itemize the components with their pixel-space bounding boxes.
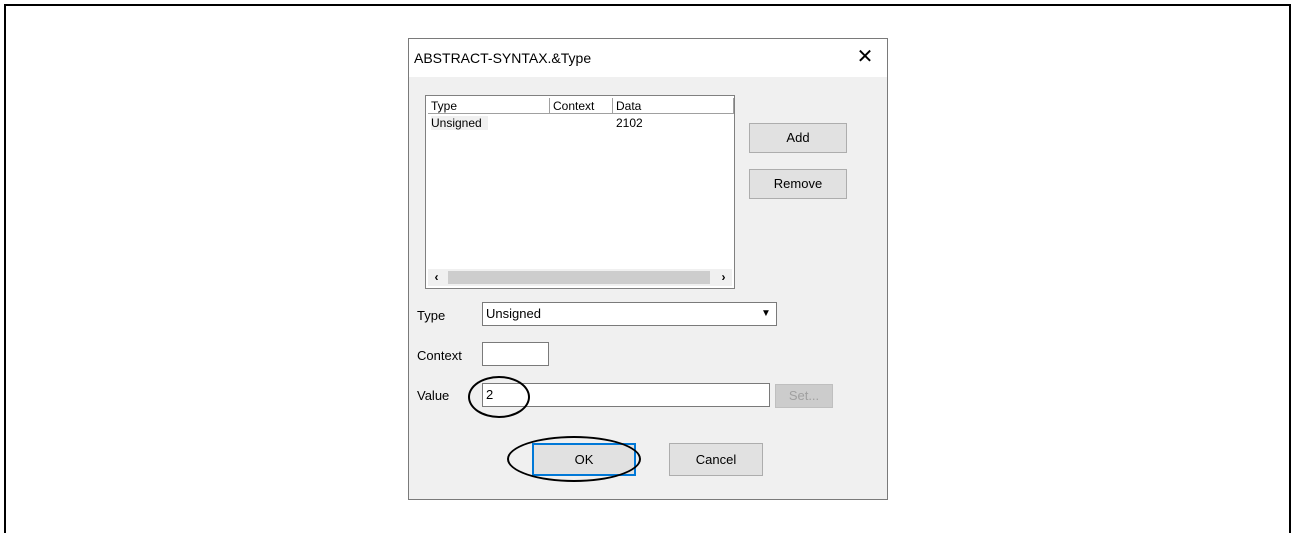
list-item-context	[550, 115, 613, 131]
list-item[interactable]: Unsigned 2102	[428, 115, 734, 131]
chevron-left-icon[interactable]: ‹	[428, 269, 445, 286]
dialog-window: ABSTRACT-SYNTAX.&Type ✕ Type Context Dat…	[408, 38, 888, 500]
cancel-button[interactable]: Cancel	[669, 443, 763, 476]
type-dropdown[interactable]: Unsigned ▼	[482, 302, 777, 326]
list-item-type: Unsigned	[428, 115, 550, 131]
value-field[interactable]: 2	[482, 383, 770, 407]
remove-button[interactable]: Remove	[749, 169, 847, 199]
set-button[interactable]: Set...	[775, 384, 833, 408]
ok-button[interactable]: OK	[532, 443, 636, 476]
add-button[interactable]: Add	[749, 123, 847, 153]
context-label: Context	[417, 348, 462, 363]
chevron-right-icon[interactable]: ›	[715, 269, 732, 286]
close-icon[interactable]: ✕	[853, 45, 877, 69]
chevron-down-icon[interactable]: ▼	[757, 304, 775, 324]
column-header-data[interactable]: Data	[613, 98, 734, 114]
scrollbar-thumb[interactable]	[448, 271, 710, 284]
type-dropdown-value: Unsigned	[486, 306, 541, 321]
dialog-title: ABSTRACT-SYNTAX.&Type	[414, 50, 592, 66]
listview-header: Type Context Data	[428, 98, 734, 114]
column-header-context[interactable]: Context	[550, 98, 613, 114]
column-header-type[interactable]: Type	[428, 98, 550, 114]
list-item-data: 2102	[616, 116, 643, 130]
items-listview[interactable]: Type Context Data Unsigned 2102 ‹ ›	[425, 95, 735, 289]
horizontal-scrollbar[interactable]: ‹ ›	[428, 269, 732, 286]
type-label: Type	[417, 308, 446, 323]
dialog-titlebar: ABSTRACT-SYNTAX.&Type ✕	[409, 39, 887, 77]
context-field[interactable]	[482, 342, 549, 366]
value-label: Value	[417, 388, 450, 403]
